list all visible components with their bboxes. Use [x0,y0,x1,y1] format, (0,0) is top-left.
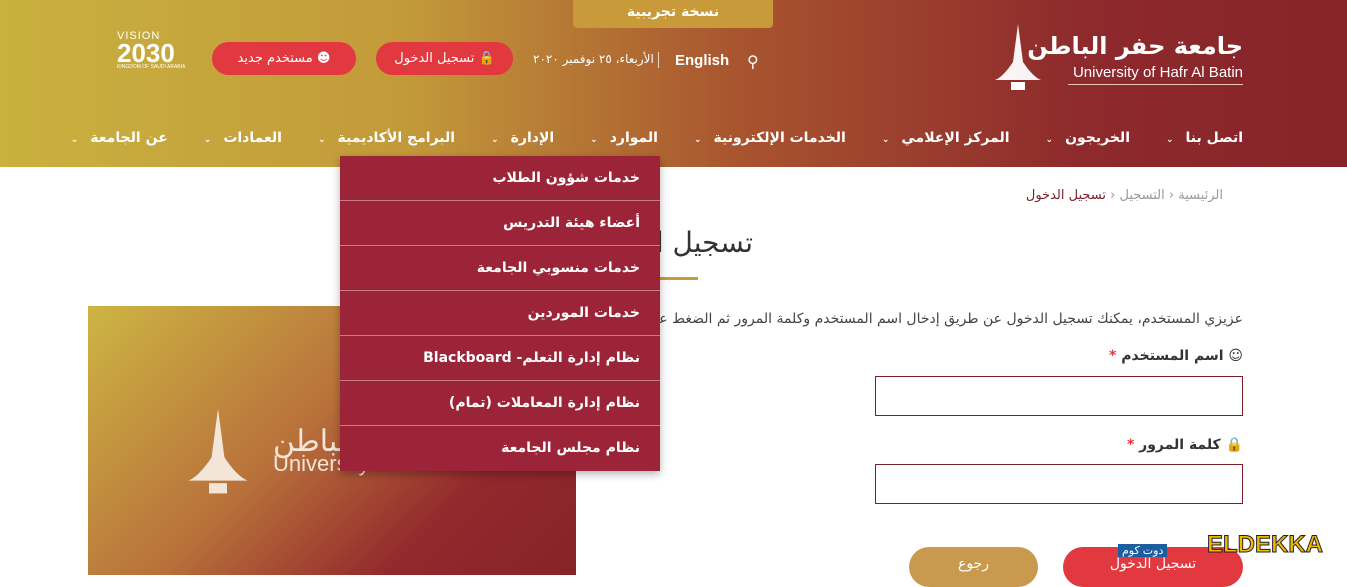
nav-label: البرامج الأكاديمية [337,130,456,146]
nav-item-administration[interactable]: الإدارة ⌄ [455,130,554,146]
logo-divider [1068,84,1243,85]
site-header: نسخة تجريبية جامعة حفر الباطن University… [0,0,1347,167]
nav-item-e-services[interactable]: الخدمات الإلكترونية ⌄ [658,130,846,146]
dropdown-item-student-affairs[interactable]: خدمات شؤون الطلاب [340,156,660,201]
chevron-down-icon: ⌄ [590,135,598,145]
nav-item-resources[interactable]: الموارد ⌄ [554,130,658,146]
breadcrumb-separator-icon: ‹ [1164,188,1175,203]
nav-label: الخدمات الإلكترونية [713,130,846,146]
divider [658,52,659,68]
breadcrumb-home[interactable]: الرئيسية [1178,188,1223,203]
search-icon[interactable]: ⚲ [747,52,759,71]
username-label: ☺ اسم المستخدم * [1109,348,1243,364]
chevron-down-icon: ⌄ [491,135,499,145]
chevron-down-icon: ⌄ [881,135,890,145]
username-input[interactable] [875,376,1243,416]
logo-english-text: University of Hafr Al Batin [1072,64,1243,81]
intro-text: عزيزي المستخدم، يمكنك تسجيل الدخول عن طر… [624,311,1243,327]
dropdown-item-university-council[interactable]: نظام مجلس الجامعة [340,426,660,471]
new-user-button-label: مستخدم جديد [237,51,313,66]
nav-item-alumni[interactable]: الخريجون ⌄ [1010,130,1130,146]
chevron-down-icon: ⌄ [1166,135,1174,145]
nav-label: الموارد [609,130,658,146]
nav-item-about[interactable]: عن الجامعة ⌄ [35,130,168,146]
dropdown-item-blackboard[interactable]: نظام إدارة التعلم- Blackboard [340,336,660,381]
nav-label: المركز الإعلامي [901,130,1010,146]
nav-label: عن الجامعة [90,130,168,146]
nav-label: اتصل بنا [1185,130,1243,146]
vision-2030-logo: VISION 2030 KINGDOM OF SAUDI ARABIA [117,30,186,70]
chevron-down-icon: ⌄ [1045,135,1054,145]
watermark-logo: ELDEKKA دوت كوم [1118,490,1324,565]
user-icon: ☻ [316,51,331,66]
nav-label: الإدارة [510,130,555,146]
watermark-arabic: دوت كوم [1118,544,1168,557]
breadcrumb-separator-icon: ‹ [1105,188,1116,203]
login-button-label: تسجيل الدخول [394,51,475,66]
breadcrumb: الرئيسية ‹ التسجيل ‹ تسجيل الدخول [1026,188,1223,203]
chevron-down-icon: ⌄ [70,135,79,145]
password-label-text: كلمة المرور [1139,437,1221,453]
dropdown-item-faculty[interactable]: أعضاء هيئة التدريس [340,201,660,246]
university-emblem-icon [188,408,248,494]
nav-item-media-center[interactable]: المركز الإعلامي ⌄ [846,130,1010,146]
login-button[interactable]: 🔒 تسجيل الدخول [376,42,513,75]
language-switch-link[interactable]: English [675,52,729,69]
nav-item-contact[interactable]: اتصل بنا ⌄ [1130,130,1243,146]
required-mark: * [1109,348,1117,364]
breadcrumb-current: تسجيل الدخول [1025,188,1106,203]
e-services-dropdown: خدمات شؤون الطلاب أعضاء هيئة التدريس خدم… [340,156,660,471]
nav-label: الخريجون [1065,130,1130,146]
required-mark: * [1126,437,1135,453]
chevron-down-icon: ⌄ [317,135,326,145]
trial-version-badge: نسخة تجريبية [573,0,773,28]
password-label: 🔒 كلمة المرور * [1127,437,1243,453]
chevron-down-icon: ⌄ [203,135,212,145]
watermark-text: ELDEKKA [1206,531,1323,559]
nav-item-deanships[interactable]: العمادات ⌄ [168,130,282,146]
dropdown-item-suppliers[interactable]: خدمات الموردين [340,291,660,336]
chevron-down-icon: ⌄ [693,135,702,145]
dropdown-item-tamam[interactable]: نظام إدارة المعاملات (تمام) [340,381,660,426]
logo-arabic-text: جامعة حفر الباطن [1027,32,1243,60]
lock-icon: 🔒 [478,51,495,66]
main-nav: عن الجامعة ⌄ العمادات ⌄ البرامج الأكاديمية… [35,130,1243,146]
current-date: الأربعاء، ٢٥ نوفمبر ٢٠٢٠ [533,52,654,66]
user-outline-icon: ☺ [1228,348,1243,364]
username-label-text: اسم المستخدم [1121,348,1224,364]
breadcrumb-section[interactable]: التسجيل [1119,188,1164,203]
new-user-button[interactable]: ☻ مستخدم جديد [212,42,356,75]
nav-label: العمادات [223,130,282,146]
nav-item-academic-programs[interactable]: البرامج الأكاديمية ⌄ [282,130,455,146]
back-button[interactable]: رجوع [909,547,1038,587]
dropdown-item-staff-services[interactable]: خدمات منسوبي الجامعة [340,246,660,291]
university-logo[interactable]: جامعة حفر الباطن University of Hafr Al B… [993,22,1243,97]
lock-icon: 🔒 [1225,437,1243,453]
